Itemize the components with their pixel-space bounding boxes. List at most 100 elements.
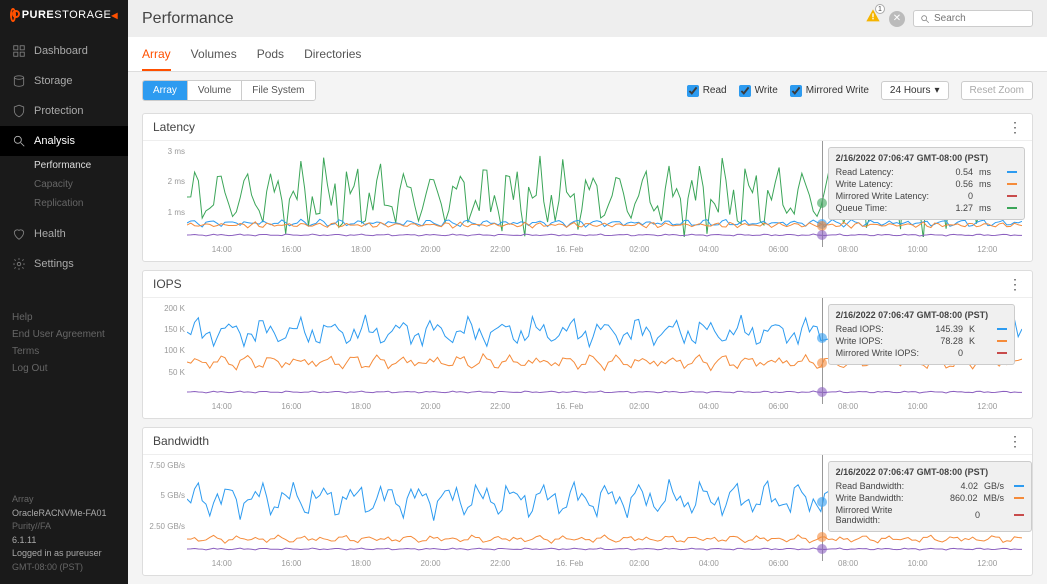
x-tick: 18:00	[351, 402, 371, 411]
logo: PURESTORAGE ◀	[0, 0, 128, 30]
page-title: Performance	[142, 10, 234, 28]
x-tick: 02:00	[629, 245, 649, 254]
x-tick: 12:00	[977, 402, 997, 411]
check-label: Mirrored Write	[806, 85, 869, 96]
x-tick: 08:00	[838, 559, 858, 568]
time-range-select[interactable]: 24 Hours▾	[881, 81, 949, 100]
nav-label: Health	[34, 228, 66, 240]
tooltip: 2/16/2022 07:06:47 GMT-08:00 (PST)Read I…	[828, 304, 1015, 365]
kebab-icon[interactable]: ⋮	[1008, 439, 1022, 443]
nav-item-dashboard[interactable]: Dashboard	[0, 36, 128, 66]
tooltip-timestamp: 2/16/2022 07:06:47 GMT-08:00 (PST)	[836, 467, 1024, 477]
kebab-icon[interactable]: ⋮	[1008, 125, 1022, 129]
tooltip-label: Write Latency:	[836, 179, 929, 189]
x-tick: 16:00	[281, 559, 301, 568]
nav-label: Dashboard	[34, 45, 88, 57]
nav-label: Protection	[34, 105, 84, 117]
tooltip-value: 4.02	[948, 481, 978, 491]
checkbox[interactable]	[790, 85, 802, 97]
tooltip: 2/16/2022 07:06:47 GMT-08:00 (PST)Read L…	[828, 147, 1025, 220]
tab-array[interactable]: Array	[142, 37, 171, 71]
y-tick: 1 ms	[168, 208, 185, 217]
subnav-performance[interactable]: Performance	[34, 156, 128, 175]
cursor-dot	[817, 198, 827, 208]
x-tick: 02:00	[629, 559, 649, 568]
tooltip-value: 0	[943, 191, 973, 201]
panel-header: IOPS ⋮	[143, 271, 1032, 298]
chart-latency[interactable]: 3 ms2 ms1 ms14:0016:0018:0020:0022:0016.…	[143, 141, 1032, 261]
status-os: Purity//FA	[12, 520, 116, 534]
checkbox[interactable]	[687, 85, 699, 97]
nav: Dashboard Storage Protection AnalysisPerfor…	[0, 30, 128, 279]
footer-links: HelpEnd User AgreementTermsLog Out	[0, 309, 128, 377]
scope-file-system[interactable]: File System	[242, 81, 314, 100]
x-tick: 12:00	[977, 245, 997, 254]
tooltip-label: Queue Time:	[836, 203, 929, 213]
heart-icon	[12, 227, 26, 241]
status-array-name: OracleRACNVMe-FA01	[12, 507, 116, 521]
x-tick: 10:00	[908, 402, 928, 411]
x-tick: 12:00	[977, 559, 997, 568]
tooltip-unit: K	[969, 336, 987, 346]
reset-zoom-button[interactable]: Reset Zoom	[961, 81, 1033, 100]
tooltip-swatch	[997, 340, 1007, 342]
x-tick: 10:00	[908, 559, 928, 568]
nav-item-protection[interactable]: Protection	[0, 96, 128, 126]
tooltip-unit: ms	[979, 203, 997, 213]
tab-pods[interactable]: Pods	[257, 37, 284, 71]
footer-link-terms[interactable]: Terms	[12, 343, 116, 360]
y-tick: 3 ms	[168, 147, 185, 156]
x-tick: 22:00	[490, 559, 510, 568]
tooltip-value: 860.02	[947, 493, 977, 503]
check-read[interactable]: Read	[687, 85, 727, 97]
footer-link-end-user-agreement[interactable]: End User Agreement	[12, 326, 116, 343]
chart-iops[interactable]: 200 K150 K100 K50 K14:0016:0018:0020:002…	[143, 298, 1032, 418]
tooltip-value: 0.54	[943, 167, 973, 177]
page-header: Performance 1 ✕	[128, 0, 1047, 37]
check-mirrored-write[interactable]: Mirrored Write	[790, 85, 869, 97]
scope-array[interactable]: Array	[143, 81, 188, 100]
tooltip-unit: MB/s	[983, 493, 1004, 503]
tooltip-swatch	[997, 328, 1007, 330]
tab-directories[interactable]: Directories	[304, 37, 361, 71]
tooltip-swatch	[1007, 183, 1017, 185]
tooltip: 2/16/2022 07:06:47 GMT-08:00 (PST)Read B…	[828, 461, 1032, 532]
tooltip-value: 0	[950, 510, 980, 520]
search-box[interactable]	[913, 10, 1033, 27]
tooltip-unit: ms	[979, 179, 997, 189]
collapse-icon[interactable]: ◀	[111, 11, 118, 20]
x-tick: 06:00	[768, 402, 788, 411]
tooltip-swatch	[1007, 195, 1017, 197]
subnav-replication[interactable]: Replication	[34, 194, 128, 213]
x-tick: 10:00	[908, 245, 928, 254]
cursor-dot	[817, 221, 827, 231]
nav-label: Storage	[34, 75, 73, 87]
subnav-capacity[interactable]: Capacity	[34, 175, 128, 194]
footer-link-log-out[interactable]: Log Out	[12, 360, 116, 377]
tab-volumes[interactable]: Volumes	[191, 37, 237, 71]
status-version: 6.1.11	[12, 534, 116, 548]
nav-item-health[interactable]: Health	[0, 219, 128, 249]
nav-item-settings[interactable]: Settings	[0, 249, 128, 279]
alert-badge[interactable]: 1	[865, 8, 881, 29]
y-tick: 200 K	[164, 304, 185, 313]
footer-link-help[interactable]: Help	[12, 309, 116, 326]
check-write[interactable]: Write	[739, 85, 778, 97]
kebab-icon[interactable]: ⋮	[1008, 282, 1022, 286]
magnify-icon	[12, 134, 26, 148]
tooltip-unit: GB/s	[984, 481, 1004, 491]
close-button[interactable]: ✕	[889, 11, 905, 27]
tooltip-value: 0.56	[943, 179, 973, 189]
scope-volume[interactable]: Volume	[188, 81, 242, 100]
x-tick: 16. Feb	[556, 559, 583, 568]
x-tick: 16:00	[281, 245, 301, 254]
checkbox[interactable]	[739, 85, 751, 97]
panel-title: IOPS	[153, 277, 182, 291]
tooltip-swatch	[1007, 207, 1017, 209]
y-tick: 150 K	[164, 325, 185, 334]
chart-bandwidth[interactable]: 7.50 GB/s5 GB/s2.50 GB/s14:0016:0018:002…	[143, 455, 1032, 575]
nav-item-storage[interactable]: Storage	[0, 66, 128, 96]
search-input[interactable]	[934, 13, 1024, 24]
nav-item-analysis[interactable]: Analysis	[0, 126, 128, 156]
shield-icon	[12, 104, 26, 118]
